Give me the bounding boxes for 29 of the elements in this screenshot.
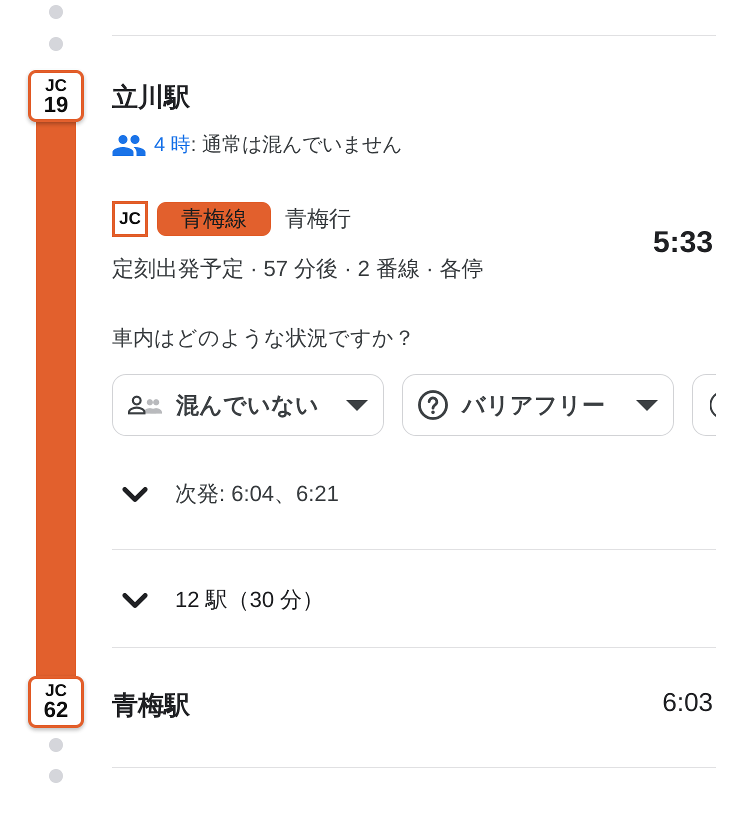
next-departures-toggle[interactable]: 次発: 6:04、6:21 [112,480,339,508]
people-icon [112,134,146,156]
caret-down-icon [346,400,368,410]
caret-down-icon [636,400,658,410]
stop-dot [49,738,63,752]
question-circle-icon [418,390,448,420]
stop-dot [49,5,63,19]
filter-chip[interactable] [692,374,716,436]
stop-dot [49,768,63,782]
station-name: 立川駅 [112,81,191,114]
arrival-time: 6:03 [662,686,713,718]
line-code: JC [45,683,67,699]
departure-details: 定刻出発予定 · 57 分後 · 2 番線 · 各停 [112,255,484,283]
dropdown-chip[interactable]: バリアフリー [402,374,674,436]
destination: 青梅行 [285,205,351,233]
station-number: 19 [44,94,68,114]
departure-time: 5:33 [652,226,713,260]
station-name: 青梅駅 [112,689,190,722]
dropdown-chip[interactable]: 混んでいない [112,374,384,436]
line-code: JC [45,78,67,94]
station-number: 62 [44,699,68,720]
stop-dot [49,37,63,51]
people-icon [128,393,162,417]
crowd-status: : 通常は混んでいません [190,133,402,158]
crowd-hour[interactable]: 4 時 [154,131,191,159]
line-name-tag: 青梅線 [157,202,271,236]
stops-toggle[interactable]: 12 駅（30 分） [112,586,324,614]
feedback-question: 車内はどのような状況ですか？ [112,326,416,352]
line-code-badge: JC [112,201,148,237]
